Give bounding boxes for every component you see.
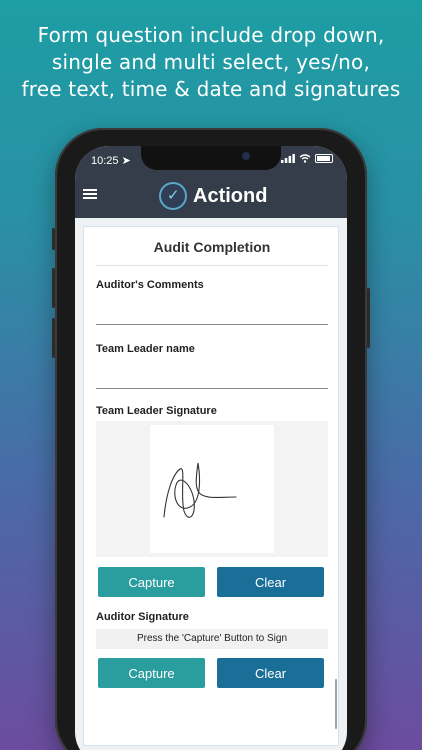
hamburger-menu-icon[interactable] xyxy=(83,189,97,199)
promo-caption: Form question include drop down, single … xyxy=(0,22,422,103)
volume-up-button xyxy=(52,268,55,308)
status-icons xyxy=(281,154,333,163)
phone-screen: 10:25 ➤ Actiond xyxy=(75,146,347,750)
scrollbar[interactable] xyxy=(335,679,337,729)
mute-switch xyxy=(52,228,55,250)
wifi-icon xyxy=(299,154,311,163)
team-leader-clear-button[interactable]: Clear xyxy=(217,567,324,597)
team-leader-name-label: Team Leader name xyxy=(96,343,195,355)
promo-line-1: Form question include drop down, xyxy=(37,23,385,47)
team-leader-signature-label: Team Leader Signature xyxy=(96,405,217,417)
auditor-comments-input[interactable] xyxy=(96,303,328,325)
volume-down-button xyxy=(52,318,55,358)
battery-icon xyxy=(315,154,333,163)
team-leader-capture-button[interactable]: Capture xyxy=(98,567,205,597)
power-button xyxy=(367,288,370,348)
location-arrow-icon: ➤ xyxy=(121,155,131,167)
title-divider xyxy=(96,265,328,266)
capture-instruction[interactable]: Press the 'Capture' Button to Sign xyxy=(96,629,328,649)
team-leader-signature-area[interactable] xyxy=(96,421,328,557)
audit-completion-card: Audit Completion Auditor's Comments Team… xyxy=(83,226,339,746)
phone-frame: 10:25 ➤ Actiond xyxy=(52,128,370,750)
brand-name: Actiond xyxy=(193,184,268,207)
handwritten-signature xyxy=(163,462,237,518)
promo-line-2: single and multi select, yes/no, xyxy=(51,50,371,74)
auditor-clear-button[interactable]: Clear xyxy=(217,658,324,688)
promo-line-3: free text, time & date and signatures xyxy=(21,77,401,101)
card-title: Audit Completion xyxy=(153,239,271,255)
front-camera xyxy=(242,152,250,160)
actiond-logo-icon xyxy=(159,182,187,210)
signature-image xyxy=(150,425,274,553)
auditor-signature-label: Auditor Signature xyxy=(96,611,189,623)
status-time: 10:25 ➤ xyxy=(91,155,131,167)
team-leader-name-input[interactable] xyxy=(96,367,328,389)
auditor-comments-label: Auditor's Comments xyxy=(96,279,204,291)
auditor-capture-button[interactable]: Capture xyxy=(98,658,205,688)
cellular-signal-icon xyxy=(281,154,295,163)
notch xyxy=(141,146,281,170)
brand-logo: Actiond xyxy=(159,182,267,210)
